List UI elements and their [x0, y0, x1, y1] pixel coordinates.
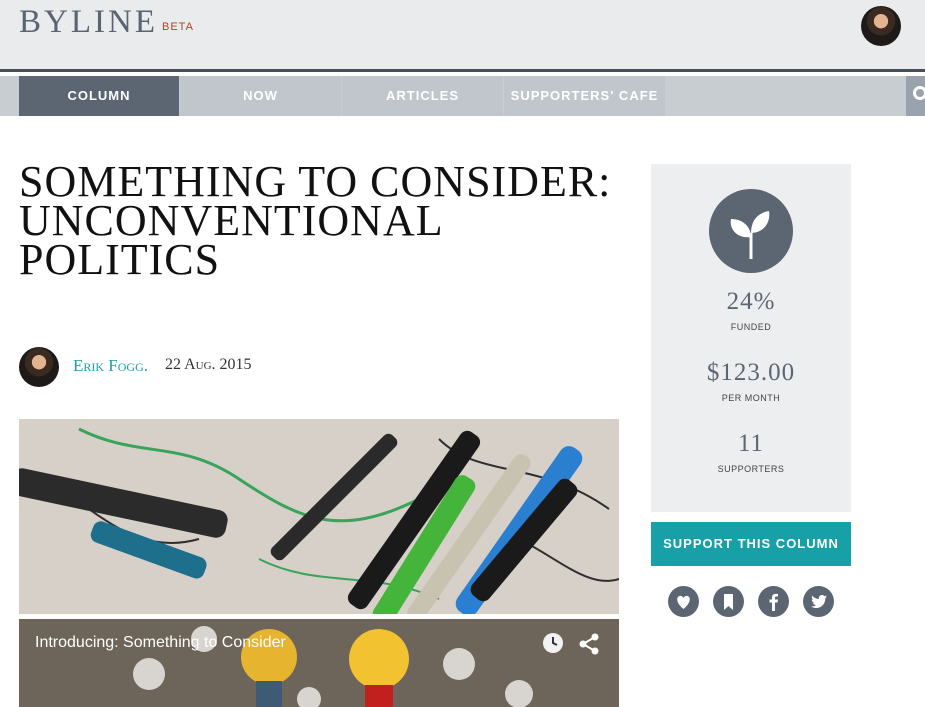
article-hero-image [19, 419, 619, 614]
author-link[interactable]: Erik Fogg. [73, 356, 148, 376]
tab-column[interactable]: COLUMN [19, 76, 179, 116]
beta-badge: BETA [162, 21, 194, 33]
user-avatar[interactable] [861, 6, 901, 46]
search-icon[interactable] [913, 86, 925, 100]
byline-logo[interactable]: BYLINE [19, 4, 158, 41]
twitter-icon[interactable] [803, 586, 834, 617]
funded-label: FUNDED [730, 322, 772, 332]
support-column-button[interactable]: SUPPORT THIS COLUMN [651, 522, 851, 566]
funded-value: 24% [726, 288, 776, 315]
sprout-icon [709, 189, 793, 273]
heart-icon[interactable] [668, 586, 699, 617]
author-name[interactable]: Erik Fogg [73, 356, 144, 375]
supporters-value: 11 [737, 430, 765, 457]
article-title: SOMETHING TO CONSIDER: UNCONVENTIONAL PO… [19, 157, 612, 284]
supporters-label: SUPPORTERS [717, 464, 785, 474]
tab-supporters-cafe[interactable]: SUPPORTERS' CAFE [504, 76, 665, 116]
tab-now[interactable]: NOW [180, 76, 341, 116]
monthly-label: PER MONTH [721, 393, 781, 403]
video-player[interactable] [19, 619, 619, 707]
share-icon[interactable] [577, 632, 601, 656]
bookmark-icon[interactable] [713, 586, 744, 617]
author-suffix: . [143, 356, 149, 375]
author-avatar[interactable] [19, 347, 59, 387]
video-thumbnail [19, 619, 619, 707]
facebook-icon[interactable] [758, 586, 789, 617]
video-title[interactable]: Introducing: Something to Consider [35, 634, 286, 652]
tab-articles[interactable]: ARTICLES [342, 76, 503, 116]
watch-later-icon[interactable] [543, 633, 563, 653]
article-date: 22 Aug. 2015 [165, 356, 252, 373]
monthly-value: $123.00 [706, 359, 796, 386]
markers-photo [19, 419, 619, 614]
